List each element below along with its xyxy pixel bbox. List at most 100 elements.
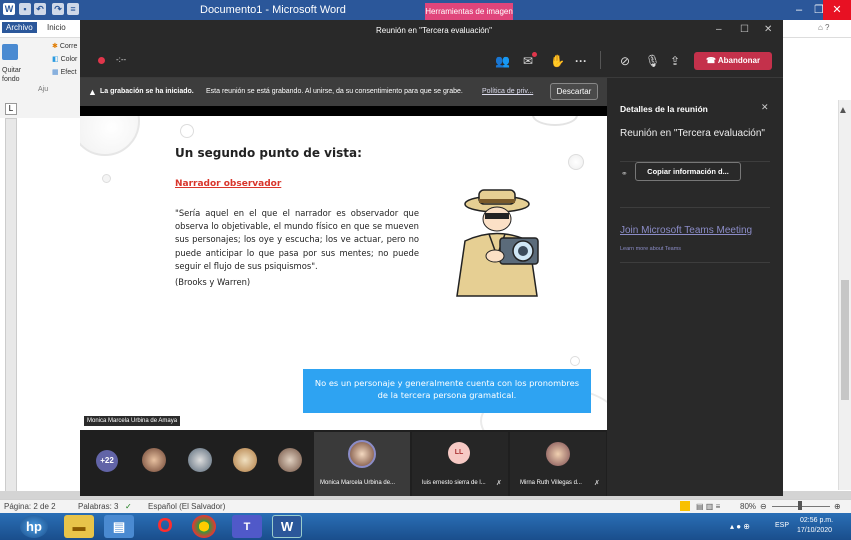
camera-off-icon[interactable]: ⊘	[620, 54, 630, 68]
bubble-decoration	[102, 174, 111, 183]
tray-icons[interactable]: ▴ ● ⊕	[730, 522, 750, 531]
ruler-toggle-icon[interactable]: ▲	[838, 105, 848, 116]
chrome-icon[interactable]	[192, 515, 216, 538]
word-title-bar: W ▪ ↶ ↷ ≡ Documento1 - Microsoft Word He…	[0, 0, 851, 20]
slide-quote: "Sería aquel en el que el narrador es ob…	[175, 208, 419, 271]
privacy-policy-link[interactable]: Política de priv...	[482, 88, 533, 95]
bubble-decoration	[570, 356, 580, 366]
teams-title-bar: Reunión en "Tercera evaluación" – ☐ ✕	[80, 20, 783, 42]
share-screen-icon[interactable]: ⇪	[670, 54, 680, 68]
vertical-ruler	[5, 118, 17, 498]
ruler-tab-selector[interactable]: L	[5, 103, 17, 115]
page-count[interactable]: Página: 2 de 2	[4, 502, 56, 511]
copy-info-button[interactable]: Copiar información d...	[635, 162, 741, 181]
participant-initials-avatar: LL	[448, 442, 470, 464]
remove-background-icon[interactable]	[2, 44, 18, 60]
effects-label[interactable]: ▦ Efect	[52, 68, 77, 76]
more-participants-badge[interactable]: +22	[96, 450, 118, 472]
recording-banner-bold: La grabación se ha iniciado.	[100, 88, 194, 95]
mic-muted-icon: ✗	[594, 480, 600, 487]
meeting-timer: -:--	[116, 55, 127, 64]
opera-icon[interactable]: O	[150, 515, 180, 538]
teams-taskbar-icon[interactable]: T	[232, 515, 262, 538]
word-close-button[interactable]: ✕	[823, 0, 851, 20]
word-status-bar: Página: 2 de 2 Palabras: 3 ✓ Español (El…	[0, 499, 851, 513]
bubble-decoration	[80, 116, 140, 156]
dismiss-button[interactable]: Descartar	[550, 83, 598, 100]
documents-icon[interactable]: ▤	[104, 515, 134, 538]
teams-maximize-button[interactable]: ☐	[740, 24, 749, 35]
participant-avatar[interactable]	[278, 448, 302, 472]
word-vertical-scrollbar[interactable]	[838, 100, 851, 490]
save-icon[interactable]: ▪	[19, 3, 31, 15]
tab-inicio[interactable]: Inicio	[47, 23, 66, 32]
participant-name: Monica Marcela Urbina de...	[320, 480, 396, 486]
input-language[interactable]: ESP	[775, 522, 789, 529]
recording-banner-text: Esta reunión se está grabando. Al unirse…	[206, 88, 463, 95]
taskbar-date[interactable]: 17/10/2020	[797, 527, 832, 534]
start-button-icon[interactable]: hp	[20, 515, 48, 538]
link-icon: ⚭	[621, 169, 628, 178]
participant-avatar[interactable]	[233, 448, 257, 472]
detective-camera-illustration	[456, 189, 539, 297]
presentation-slide: Un segundo punto de vista: Narrador obse…	[80, 116, 607, 432]
join-teams-link[interactable]: Join Microsoft Teams Meeting	[620, 225, 752, 236]
leave-label: Abandonar	[717, 56, 761, 65]
mic-off-icon[interactable]: 🎙	[645, 54, 660, 68]
participant-avatar[interactable]	[188, 448, 212, 472]
participant-tile[interactable]: Mirna Ruth Villegas d... ✗	[510, 432, 606, 496]
tab-archivo[interactable]: Archivo	[2, 22, 37, 33]
participant-avatar	[348, 440, 376, 468]
print-layout-icon[interactable]: ▤ ▥ ≡	[696, 502, 720, 511]
word-count[interactable]: Palabras: 3	[78, 502, 118, 511]
teams-window-title: Reunión en "Tercera evaluación"	[376, 26, 492, 35]
zoom-out-button[interactable]: ⊖	[760, 502, 767, 511]
customize-qat-icon[interactable]: ≡	[67, 3, 79, 15]
meeting-details-panel: Detalles de la reunión ✕ Reunión en "Ter…	[607, 78, 783, 496]
remove-background-label[interactable]: Quitar fondo	[2, 66, 26, 84]
participant-avatar[interactable]	[142, 448, 166, 472]
proofing-icon[interactable]: ✓	[125, 502, 132, 511]
raise-hand-icon[interactable]: ✋	[550, 54, 565, 68]
slide-heading: Un segundo punto de vista:	[175, 146, 362, 160]
adjust-group-label: Aju	[38, 86, 49, 93]
toolbar-divider	[600, 51, 601, 69]
color-label[interactable]: ◧ Color	[52, 55, 77, 63]
zoom-slider-thumb[interactable]	[798, 501, 802, 510]
redo-icon[interactable]: ↷	[52, 3, 64, 15]
bubble-decoration	[180, 124, 194, 138]
teams-minimize-button[interactable]: –	[716, 24, 722, 35]
more-actions-icon[interactable]: ···	[575, 54, 587, 68]
zoom-in-button[interactable]: ⊕	[834, 502, 841, 511]
participant-tile-active[interactable]: Monica Marcela Urbina de...	[314, 432, 410, 496]
chat-icon[interactable]: ✉	[523, 54, 533, 68]
undo-icon[interactable]: ↶	[34, 3, 46, 15]
chat-notification-dot	[532, 52, 537, 57]
details-title: Detalles de la reunión	[620, 104, 708, 114]
word-app-icon: W	[3, 3, 15, 15]
leave-button[interactable]: ☎ Abandonar	[694, 52, 772, 70]
word-taskbar-icon[interactable]: W	[272, 515, 302, 538]
mic-muted-icon: ✗	[496, 480, 502, 487]
meeting-controls-bar: -:-- 👥 ✉ ✋ ··· ⊘ 🎙 ⇪ ☎ Abandonar	[80, 42, 783, 78]
slide-citation: (Brooks y Warren)	[175, 277, 251, 287]
presenter-name-tag: Monica Marcela Urbina de Amaya	[84, 416, 181, 426]
participants-icon[interactable]: 👥	[495, 54, 510, 68]
help-icon[interactable]: ⌂ ?	[818, 23, 830, 32]
zoom-level[interactable]: 80%	[740, 502, 756, 511]
teams-close-button[interactable]: ✕	[764, 24, 772, 35]
file-explorer-icon[interactable]: ▬	[64, 515, 94, 538]
participant-gallery: +22 Monica Marcela Urbina de... LL luis …	[80, 430, 607, 496]
details-close-icon[interactable]: ✕	[761, 102, 769, 113]
word-document-title: Documento1 - Microsoft Word	[200, 4, 346, 16]
windows-taskbar: hp ▬ ▤ O T W ▴ ● ⊕ ESP 02:56 p.m. 17/10/…	[0, 513, 851, 540]
corrections-label[interactable]: ✱ Corre	[52, 42, 77, 50]
taskbar-clock[interactable]: 02:56 p.m.	[800, 517, 833, 524]
language-indicator[interactable]: Español (El Salvador)	[148, 502, 225, 511]
scrollbar-thumb[interactable]	[841, 280, 849, 400]
picture-tools-tab[interactable]: Herramientas de imagen	[425, 3, 513, 20]
participant-tile[interactable]: LL luis ernesto sierra de l... ✗	[412, 432, 508, 496]
read-mode-icon[interactable]	[680, 501, 690, 511]
learn-more-link[interactable]: Learn more about Teams	[620, 246, 681, 252]
slide-callout-box: No es un personaje y generalmente cuenta…	[303, 369, 591, 413]
